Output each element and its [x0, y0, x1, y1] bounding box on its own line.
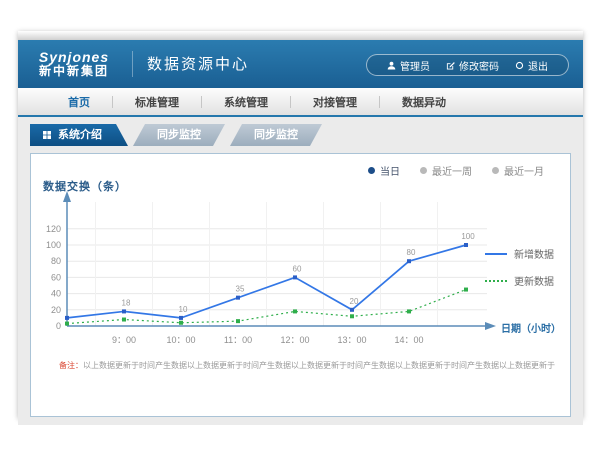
radio-last-month[interactable]: 最近一月 [492, 163, 544, 178]
edit-icon [446, 61, 455, 70]
nav-item-system-mgmt[interactable]: 系统管理 [202, 94, 290, 110]
svg-text:60: 60 [51, 272, 61, 282]
logout-label: 退出 [528, 58, 548, 73]
app-window: Synjones 新中新集团 数据资源中心 管理员 修改密码 退出 [18, 31, 583, 418]
radio-dot-icon [492, 167, 499, 174]
footnote-text: 以上数据更新于时间产生数据以上数据更新于时间产生数据以上数据更新于时间产生数据以… [83, 361, 555, 370]
svg-text:14：00: 14：00 [394, 335, 423, 345]
company-logo: Synjones 新中新集团 [28, 50, 120, 79]
grid-icon [42, 130, 52, 140]
radio-last-week[interactable]: 最近一周 [420, 163, 472, 178]
window-top-strip [18, 31, 583, 40]
content-area: 系统介绍 同步监控 同步监控 当日 最近一周 [18, 124, 583, 425]
app-header: Synjones 新中新集团 数据资源中心 管理员 修改密码 退出 [18, 40, 583, 88]
logout-button[interactable]: 退出 [507, 58, 556, 73]
tab-bar: 系统介绍 同步监控 同步监控 [30, 124, 583, 146]
svg-text:9：00: 9：00 [112, 335, 136, 345]
power-icon [515, 61, 524, 70]
chart-legend: 新增数据 更新数据 [485, 246, 554, 288]
radio-today[interactable]: 当日 [368, 163, 400, 178]
change-password-button[interactable]: 修改密码 [438, 58, 507, 73]
tab-sync-monitor-2[interactable]: 同步监控 [230, 124, 322, 146]
legend-label: 新增数据 [514, 246, 554, 261]
svg-text:80: 80 [407, 248, 416, 257]
svg-text:10: 10 [179, 305, 188, 314]
svg-text:日期（小时）: 日期（小时） [501, 322, 561, 335]
tab-label: 同步监控 [157, 124, 201, 146]
svg-text:80: 80 [51, 256, 61, 266]
svg-text:11：00: 11：00 [224, 335, 252, 345]
tab-system-intro[interactable]: 系统介绍 [30, 124, 128, 146]
nav-item-standard-mgmt[interactable]: 标准管理 [113, 94, 201, 110]
svg-text:40: 40 [51, 289, 61, 299]
page-title: 数据资源中心 [132, 51, 249, 77]
admin-user-button[interactable]: 管理员 [379, 58, 438, 73]
admin-label: 管理员 [400, 58, 430, 73]
main-nav: 首页 标准管理 系统管理 对接管理 数据异动 [18, 88, 583, 117]
svg-text:60: 60 [293, 264, 302, 273]
legend-label: 更新数据 [514, 273, 554, 288]
radio-dot-icon [368, 167, 375, 174]
svg-text:12：00: 12：00 [280, 335, 309, 345]
tab-label: 同步监控 [254, 124, 298, 146]
user-toolbar: 管理员 修改密码 退出 [366, 54, 569, 76]
dotted-line-swatch-icon [485, 280, 507, 282]
svg-text:35: 35 [236, 285, 245, 294]
change-password-label: 修改密码 [459, 58, 499, 73]
nav-item-home[interactable]: 首页 [46, 94, 112, 110]
legend-item-updated-data[interactable]: 更新数据 [485, 273, 554, 288]
legend-item-new-data[interactable]: 新增数据 [485, 246, 554, 261]
logo-cn-text: 新中新集团 [28, 65, 120, 78]
svg-text:100: 100 [461, 232, 475, 241]
footnote: 备注：以上数据更新于时间产生数据以上数据更新于时间产生数据以上数据更新于时间产生… [59, 360, 562, 371]
tab-label: 系统介绍 [58, 124, 102, 146]
svg-text:20: 20 [51, 305, 61, 315]
chart-panel: 当日 最近一周 最近一月 数据交换（条） 0204060801001209：00… [30, 153, 571, 417]
footnote-prefix: 备注： [59, 361, 83, 370]
svg-text:13：00: 13：00 [337, 335, 366, 345]
range-filter: 当日 最近一周 最近一月 [368, 163, 544, 178]
svg-text:0: 0 [56, 321, 61, 331]
logo-brand-text: Synjones [28, 50, 120, 65]
solid-line-swatch-icon [485, 253, 507, 255]
tab-sync-monitor-1[interactable]: 同步监控 [133, 124, 225, 146]
nav-item-data-change[interactable]: 数据异动 [380, 94, 468, 110]
svg-text:18: 18 [122, 298, 131, 307]
user-icon [387, 61, 396, 70]
svg-text:10：00: 10：00 [166, 335, 195, 345]
svg-text:20: 20 [350, 297, 359, 306]
svg-text:100: 100 [46, 240, 61, 250]
svg-text:120: 120 [46, 224, 61, 234]
radio-label: 当日 [380, 163, 400, 178]
nav-item-interface-mgmt[interactable]: 对接管理 [291, 94, 379, 110]
radio-label: 最近一月 [504, 163, 544, 178]
radio-dot-icon [420, 167, 427, 174]
radio-label: 最近一周 [432, 163, 472, 178]
